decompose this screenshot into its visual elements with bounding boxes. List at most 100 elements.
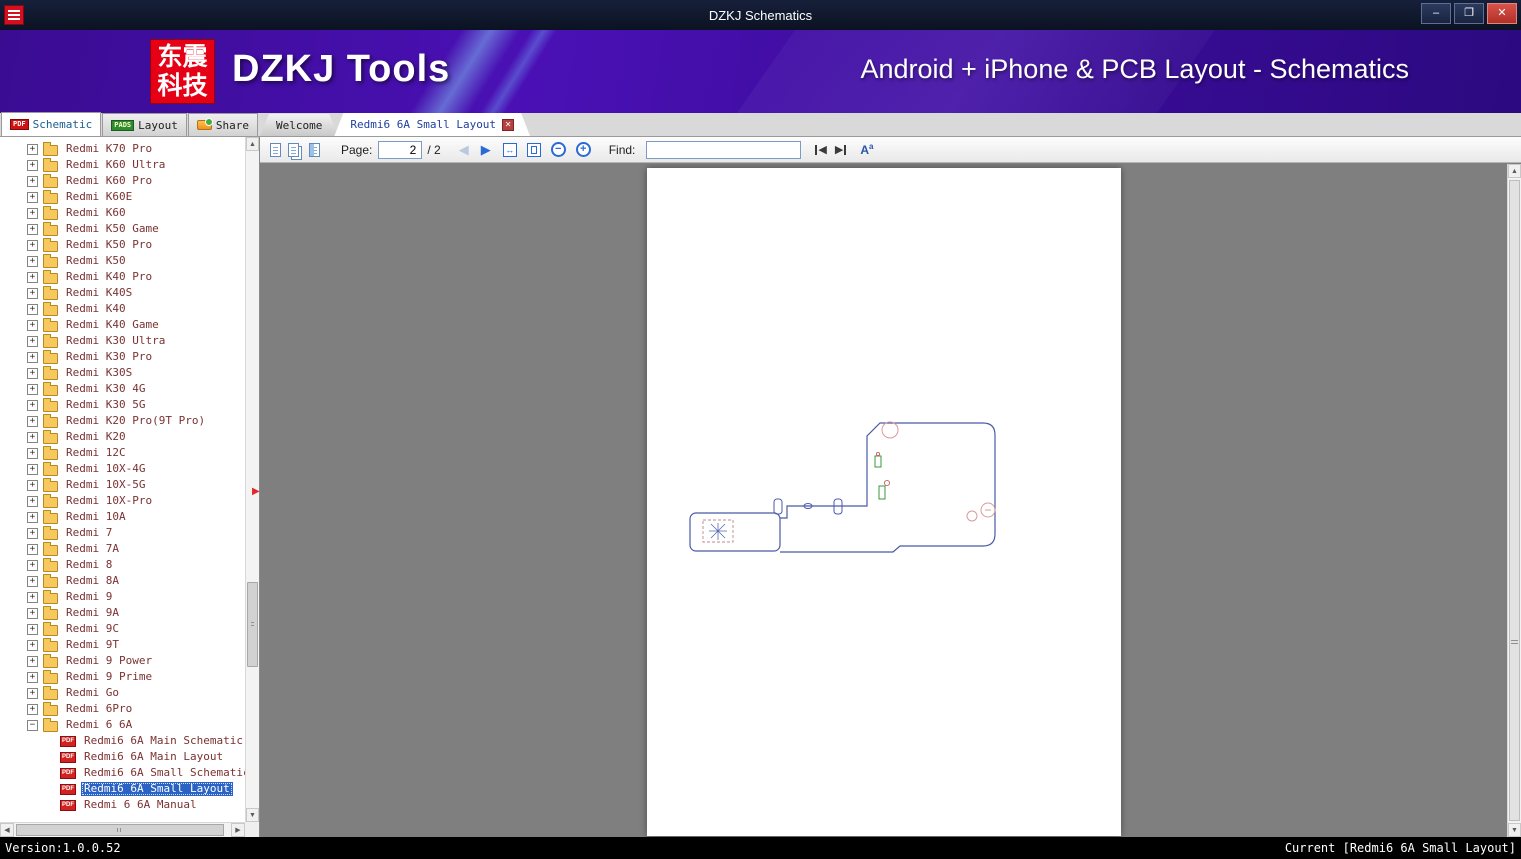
tree-folder-row[interactable]: + Redmi K60 xyxy=(0,205,245,221)
tree-document-row[interactable]: PDF Redmi 6 6A Manual xyxy=(0,797,245,813)
expand-toggle-icon[interactable]: + xyxy=(27,367,38,379)
tree-folder-row[interactable]: + Redmi 9A xyxy=(0,605,245,621)
tree-folder-row[interactable]: + Redmi 6Pro xyxy=(0,701,245,717)
two-page-icon[interactable] xyxy=(288,142,299,157)
fit-width-icon[interactable]: ↔ xyxy=(502,142,517,157)
expand-toggle-icon[interactable]: + xyxy=(27,543,38,555)
expand-toggle-icon[interactable]: + xyxy=(27,495,38,507)
document-canvas[interactable]: ▲ ▼ xyxy=(260,164,1521,837)
splitter-collapse-icon[interactable]: ▶ xyxy=(252,486,260,497)
tree-folder-row[interactable]: − Redmi 6 6A xyxy=(0,717,245,733)
scroll-up-icon[interactable]: ▲ xyxy=(246,137,259,151)
tree-document-row[interactable]: PDF Redmi6 6A Small Schematic xyxy=(0,765,245,781)
expand-toggle-icon[interactable]: + xyxy=(27,319,38,331)
expand-toggle-icon[interactable]: + xyxy=(27,175,38,187)
tree-folder-row[interactable]: + Redmi K40S xyxy=(0,285,245,301)
expand-toggle-icon[interactable]: + xyxy=(27,191,38,203)
tree-folder-row[interactable]: + Redmi 9 xyxy=(0,589,245,605)
tree-folder-row[interactable]: + Redmi 7 xyxy=(0,525,245,541)
tree-folder-row[interactable]: + Redmi K70 Pro xyxy=(0,141,245,157)
tree-folder-row[interactable]: + Redmi 9 Prime xyxy=(0,669,245,685)
expand-toggle-icon[interactable]: + xyxy=(27,591,38,603)
sidebar-vertical-scrollbar[interactable]: ▲ ▼ xyxy=(245,137,259,822)
tree-folder-row[interactable]: + Redmi K20 Pro(9T Pro) xyxy=(0,413,245,429)
expand-toggle-icon[interactable]: + xyxy=(27,447,38,459)
expand-toggle-icon[interactable]: + xyxy=(27,239,38,251)
tree-folder-row[interactable]: + Redmi K50 xyxy=(0,253,245,269)
tree-folder-row[interactable]: + Redmi K50 Game xyxy=(0,221,245,237)
tree-folder-row[interactable]: + Redmi K30 4G xyxy=(0,381,245,397)
tree-folder-row[interactable]: + Redmi 10X-4G xyxy=(0,461,245,477)
tab-share[interactable]: Share xyxy=(187,113,258,136)
tree-folder-row[interactable]: + Redmi 10X-5G xyxy=(0,477,245,493)
tab-redmi6-small-layout[interactable]: Redmi6 6A Small Layout ✕ xyxy=(334,113,530,136)
zoom-in-icon[interactable]: + xyxy=(575,142,591,157)
minimize-button[interactable]: – xyxy=(1421,3,1451,24)
expand-toggle-icon[interactable]: + xyxy=(27,415,38,427)
tree-folder-row[interactable]: + Redmi 12C xyxy=(0,445,245,461)
expand-toggle-icon[interactable]: + xyxy=(27,463,38,475)
tree-folder-row[interactable]: + Redmi K60 Pro xyxy=(0,173,245,189)
zoom-out-icon[interactable]: − xyxy=(550,142,566,157)
expand-toggle-icon[interactable]: + xyxy=(27,623,38,635)
tree-folder-row[interactable]: + Redmi K40 Game xyxy=(0,317,245,333)
expand-toggle-icon[interactable]: + xyxy=(27,655,38,667)
expand-toggle-icon[interactable]: + xyxy=(27,671,38,683)
tree-folder-row[interactable]: + Redmi 9 Power xyxy=(0,653,245,669)
tree-document-row[interactable]: PDF Redmi6 6A Main Layout xyxy=(0,749,245,765)
prev-page-icon[interactable]: ◀ xyxy=(459,143,469,156)
expand-toggle-icon[interactable]: + xyxy=(27,479,38,491)
tree-folder-row[interactable]: + Redmi 10A xyxy=(0,509,245,525)
tree-folder-row[interactable]: + Redmi K30 Pro xyxy=(0,349,245,365)
tree-folder-row[interactable]: + Redmi 9T xyxy=(0,637,245,653)
find-input[interactable] xyxy=(646,140,802,159)
scrollbar-thumb[interactable] xyxy=(247,582,258,667)
tree-folder-row[interactable]: + Redmi 8A xyxy=(0,573,245,589)
tree-folder-row[interactable]: + Redmi K50 Pro xyxy=(0,237,245,253)
scroll-left-icon[interactable]: ◀ xyxy=(0,823,14,837)
next-page-icon[interactable]: ▶ xyxy=(481,143,491,156)
expand-toggle-icon[interactable]: + xyxy=(27,143,38,155)
tree-folder-row[interactable]: + Redmi K40 xyxy=(0,301,245,317)
tree-folder-row[interactable]: + Redmi K30 5G xyxy=(0,397,245,413)
expand-toggle-icon[interactable]: + xyxy=(27,255,38,267)
tree-folder-row[interactable]: + Redmi K30 Ultra xyxy=(0,333,245,349)
expand-toggle-icon[interactable]: + xyxy=(27,383,38,395)
tab-schematic[interactable]: PDF Schematic xyxy=(1,112,102,136)
find-previous-icon[interactable]: ◀ xyxy=(815,143,827,156)
scrollbar-thumb[interactable] xyxy=(16,824,224,836)
close-tab-icon[interactable]: ✕ xyxy=(502,119,514,131)
tab-welcome[interactable]: Welcome xyxy=(260,114,338,136)
book-view-icon[interactable] xyxy=(309,142,320,157)
expand-toggle-icon[interactable]: + xyxy=(27,159,38,171)
maximize-button[interactable]: ❐ xyxy=(1454,3,1484,24)
expand-toggle-icon[interactable]: + xyxy=(27,399,38,411)
expand-toggle-icon[interactable]: + xyxy=(27,559,38,571)
case-sensitive-icon[interactable]: Aa xyxy=(860,142,873,157)
expand-toggle-icon[interactable]: + xyxy=(27,703,38,715)
close-button[interactable]: ✕ xyxy=(1487,3,1517,24)
viewer-vertical-scrollbar[interactable]: ▲ ▼ xyxy=(1507,164,1521,837)
tree-folder-row[interactable]: + Redmi Go xyxy=(0,685,245,701)
find-next-icon[interactable]: ▶ xyxy=(835,143,847,156)
tree-folder-row[interactable]: + Redmi K60 Ultra xyxy=(0,157,245,173)
expand-toggle-icon[interactable]: + xyxy=(27,511,38,523)
tree-folder-row[interactable]: + Redmi K60E xyxy=(0,189,245,205)
scrollbar-thumb[interactable] xyxy=(1509,180,1520,821)
tree-folder-row[interactable]: + Redmi 10X-Pro xyxy=(0,493,245,509)
tree-folder-row[interactable]: + Redmi K40 Pro xyxy=(0,269,245,285)
expand-toggle-icon[interactable]: + xyxy=(27,303,38,315)
tree-folder-row[interactable]: + Redmi K20 xyxy=(0,429,245,445)
pdf-page[interactable] xyxy=(647,168,1121,836)
tree-folder-row[interactable]: + Redmi 9C xyxy=(0,621,245,637)
scroll-up-icon[interactable]: ▲ xyxy=(1508,164,1521,178)
expand-toggle-icon[interactable]: + xyxy=(27,207,38,219)
single-page-icon[interactable] xyxy=(270,142,281,157)
expand-toggle-icon[interactable]: + xyxy=(27,271,38,283)
scroll-right-icon[interactable]: ▶ xyxy=(231,823,245,837)
expand-toggle-icon[interactable]: − xyxy=(27,719,38,731)
expand-toggle-icon[interactable]: + xyxy=(27,687,38,699)
tab-layout[interactable]: PADS Layout xyxy=(102,113,187,136)
expand-toggle-icon[interactable]: + xyxy=(27,335,38,347)
page-number-input[interactable] xyxy=(378,140,423,159)
